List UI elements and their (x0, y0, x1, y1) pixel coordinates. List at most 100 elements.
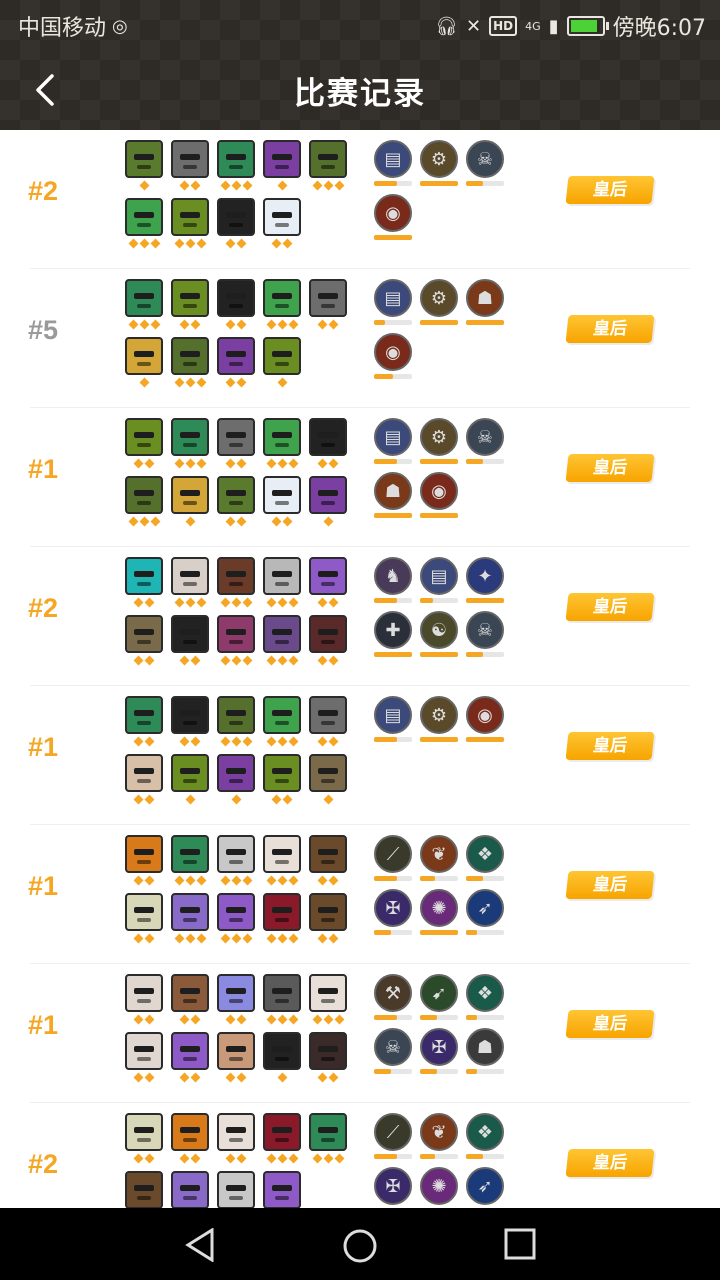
match-row[interactable]: #1 ▤ ⚙ ◉ 皇后 (0, 686, 720, 825)
synergy-icon[interactable]: ☗ (466, 1028, 504, 1066)
hero-portrait[interactable] (125, 1171, 163, 1208)
synergy-icon[interactable]: ➹ (420, 974, 458, 1012)
hero-portrait[interactable] (217, 615, 255, 653)
hero-portrait[interactable] (263, 1171, 301, 1208)
hero-portrait[interactable] (263, 557, 301, 595)
synergy-icon[interactable]: ☗ (374, 472, 412, 510)
hero-portrait[interactable] (125, 337, 163, 375)
nav-home-icon[interactable] (342, 1228, 378, 1264)
hero-portrait[interactable] (309, 893, 347, 931)
hero-portrait[interactable] (217, 974, 255, 1012)
synergy-icon[interactable]: ✠ (374, 889, 412, 927)
synergy-icon[interactable]: ⚙ (420, 140, 458, 178)
hero-portrait[interactable] (309, 140, 347, 178)
synergy-icon[interactable]: ♞ (374, 557, 412, 595)
hero-portrait[interactable] (309, 557, 347, 595)
synergy-icon[interactable]: ❖ (466, 835, 504, 873)
synergy-icon[interactable]: ▤ (374, 140, 412, 178)
hero-portrait[interactable] (171, 198, 209, 236)
hero-portrait[interactable] (217, 754, 255, 792)
hero-portrait[interactable] (263, 198, 301, 236)
hero-portrait[interactable] (263, 754, 301, 792)
hero-portrait[interactable] (171, 754, 209, 792)
hero-portrait[interactable] (171, 696, 209, 734)
hero-portrait[interactable] (125, 696, 163, 734)
synergy-icon[interactable]: ☯ (420, 611, 458, 649)
match-row[interactable]: #1 ⚒ ➹ ❖ ☠ ✠ ☗ 皇后 (0, 964, 720, 1103)
hero-portrait[interactable] (125, 418, 163, 456)
synergy-icon[interactable]: ◉ (466, 696, 504, 734)
synergy-icon[interactable]: ◉ (374, 333, 412, 371)
hero-portrait[interactable] (217, 557, 255, 595)
hero-portrait[interactable] (125, 754, 163, 792)
hero-portrait[interactable] (217, 337, 255, 375)
synergy-icon[interactable]: ✠ (374, 1167, 412, 1205)
hero-portrait[interactable] (125, 198, 163, 236)
synergy-icon[interactable]: ☗ (466, 279, 504, 317)
synergy-icon[interactable]: ⟋ (374, 1113, 412, 1151)
synergy-icon[interactable]: ⚒ (374, 974, 412, 1012)
synergy-icon[interactable]: ⚙ (420, 696, 458, 734)
synergy-icon[interactable]: ▤ (374, 418, 412, 456)
hero-portrait[interactable] (263, 1113, 301, 1151)
hero-portrait[interactable] (309, 476, 347, 514)
hero-portrait[interactable] (263, 476, 301, 514)
synergy-icon[interactable]: ❦ (420, 1113, 458, 1151)
match-row[interactable]: #1 ▤ ⚙ ☠ ☗ ◉ 皇后 (0, 408, 720, 547)
synergy-icon[interactable]: ◉ (420, 472, 458, 510)
hero-portrait[interactable] (309, 974, 347, 1012)
hero-portrait[interactable] (125, 476, 163, 514)
hero-portrait[interactable] (171, 1032, 209, 1070)
match-row[interactable]: #1 ⟋ ❦ ❖ ✠ ✺ ➶ 皇后 (0, 825, 720, 964)
synergy-icon[interactable]: ◉ (374, 194, 412, 232)
hero-portrait[interactable] (125, 140, 163, 178)
hero-portrait[interactable] (171, 1171, 209, 1208)
synergy-icon[interactable]: ✺ (420, 1167, 458, 1205)
synergy-icon[interactable]: ❖ (466, 974, 504, 1012)
synergy-icon[interactable]: ☠ (466, 140, 504, 178)
hero-portrait[interactable] (309, 1032, 347, 1070)
match-history-list[interactable]: #2 ▤ ⚙ ☠ ◉ 皇后 #5 ▤ ⚙ ☗ ◉ 皇后 #1 ▤ ⚙ ☠ ☗ ◉ 皇后 #2 ♞ ▤ ✦ ✚ ☯ ☠ 皇后 #1 ▤ ⚙ ◉… (0, 130, 720, 1208)
hero-portrait[interactable] (125, 835, 163, 873)
hero-portrait[interactable] (171, 557, 209, 595)
hero-portrait[interactable] (217, 893, 255, 931)
hero-portrait[interactable] (217, 476, 255, 514)
hero-portrait[interactable] (217, 696, 255, 734)
hero-portrait[interactable] (217, 835, 255, 873)
hero-portrait[interactable] (171, 615, 209, 653)
synergy-icon[interactable]: ✠ (420, 1028, 458, 1066)
hero-portrait[interactable] (309, 418, 347, 456)
hero-portrait[interactable] (125, 1032, 163, 1070)
hero-portrait[interactable] (171, 893, 209, 931)
hero-portrait[interactable] (171, 835, 209, 873)
hero-portrait[interactable] (171, 140, 209, 178)
hero-portrait[interactable] (171, 418, 209, 456)
synergy-icon[interactable]: ▤ (374, 696, 412, 734)
hero-portrait[interactable] (217, 418, 255, 456)
hero-portrait[interactable] (263, 279, 301, 317)
hero-portrait[interactable] (263, 140, 301, 178)
hero-portrait[interactable] (263, 1032, 301, 1070)
hero-portrait[interactable] (263, 835, 301, 873)
hero-portrait[interactable] (171, 337, 209, 375)
match-row[interactable]: #2 ⟋ ❦ ❖ ✠ ✺ ➶ 皇后 (0, 1103, 720, 1208)
match-row[interactable]: #5 ▤ ⚙ ☗ ◉ 皇后 (0, 269, 720, 408)
hero-portrait[interactable] (263, 615, 301, 653)
hero-portrait[interactable] (263, 696, 301, 734)
synergy-icon[interactable]: ✚ (374, 611, 412, 649)
hero-portrait[interactable] (171, 974, 209, 1012)
hero-portrait[interactable] (217, 1113, 255, 1151)
synergy-icon[interactable]: ▤ (374, 279, 412, 317)
synergy-icon[interactable]: ⟋ (374, 835, 412, 873)
synergy-icon[interactable]: ☠ (466, 611, 504, 649)
hero-portrait[interactable] (125, 893, 163, 931)
hero-portrait[interactable] (171, 476, 209, 514)
hero-portrait[interactable] (263, 418, 301, 456)
hero-portrait[interactable] (217, 140, 255, 178)
synergy-icon[interactable]: ☠ (374, 1028, 412, 1066)
hero-portrait[interactable] (125, 1113, 163, 1151)
match-row[interactable]: #2 ♞ ▤ ✦ ✚ ☯ ☠ 皇后 (0, 547, 720, 686)
synergy-icon[interactable]: ☠ (466, 418, 504, 456)
hero-portrait[interactable] (125, 557, 163, 595)
hero-portrait[interactable] (125, 974, 163, 1012)
